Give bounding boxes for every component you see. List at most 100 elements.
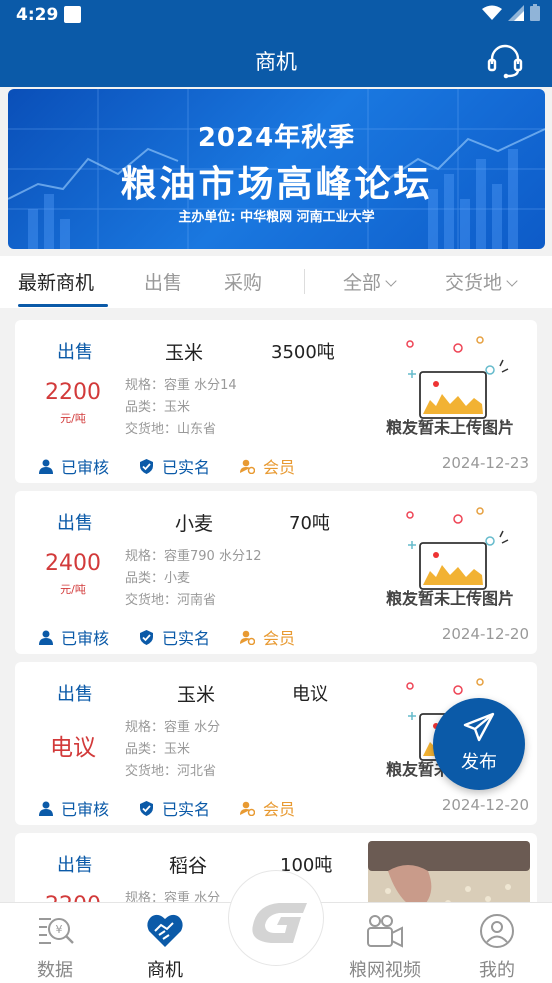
opportunity-card[interactable]: 出售 小麦 70吨 2400 元/吨 规格：容重790 水分12 品类：小麦 交…: [15, 491, 537, 654]
badge-member: 会员: [240, 625, 295, 649]
opportunity-card[interactable]: 出售 玉米 3500吨 2200 元/吨 规格：容重 水分14 品类：玉米 交货…: [15, 320, 537, 483]
badge-reviewed-label: 已审核: [61, 800, 110, 819]
publish-button[interactable]: 发布: [433, 698, 525, 790]
app-header: 4:29 商机: [0, 0, 552, 87]
nav-profile[interactable]: 我的: [442, 903, 552, 983]
card-price-unit: 元/吨: [60, 412, 86, 425]
card-spec: 规格：容重 水分: [125, 891, 221, 902]
card-type: 出售: [57, 684, 93, 705]
card-product: 玉米: [165, 342, 204, 364]
card-date: 2024-12-23: [441, 454, 529, 472]
badge-reviewed: 已审核: [39, 454, 109, 478]
member-icon: [240, 630, 256, 645]
opportunity-list[interactable]: 出售 玉米 3500吨 2200 元/吨 规格：容重 水分14 品类：玉米 交货…: [0, 308, 552, 902]
card-category: 品类：玉米: [125, 742, 191, 757]
tab-bar: 最新商机 出售 采购 全部 交货地: [0, 256, 552, 308]
tab-sell[interactable]: 出售: [144, 268, 182, 295]
video-icon: [367, 915, 403, 948]
card-category: 品类：玉米: [125, 400, 191, 415]
nav-business[interactable]: 商机: [110, 903, 220, 983]
notification-icon: [64, 6, 81, 23]
filter-all-dropdown[interactable]: 全部: [343, 268, 397, 295]
grain-photo: [368, 841, 530, 902]
card-location: 交货地：山东省: [125, 422, 217, 437]
badge-reviewed: 已审核: [39, 796, 109, 820]
card-badges: 已审核 已实名 会员: [39, 796, 325, 820]
card-spec: 规格：容重790 水分12: [125, 549, 262, 564]
tab-latest[interactable]: 最新商机: [18, 268, 94, 295]
no-image-text: 粮友暂未上传图片: [385, 589, 514, 608]
badge-member: 会员: [240, 796, 295, 820]
nav-video[interactable]: 粮网视频: [330, 903, 440, 983]
wifi-icon: [482, 5, 502, 20]
badge-reviewed-label: 已审核: [61, 458, 110, 477]
signal-icon: [508, 4, 524, 21]
badge-reviewed: 已审核: [39, 625, 109, 649]
user-icon: [39, 801, 53, 816]
badge-reviewed-label: 已审核: [61, 629, 110, 648]
nav-video-label: 粮网视频: [349, 960, 421, 981]
card-type: 出售: [57, 855, 93, 876]
shield-check-icon: [140, 800, 154, 816]
badge-member-label: 会员: [263, 629, 296, 648]
page-title: 商机: [255, 50, 297, 74]
member-icon: [240, 459, 256, 474]
card-quantity: 70吨: [289, 513, 330, 534]
card-quantity: 3500吨: [271, 342, 335, 363]
card-spec: 规格：容重 水分14: [125, 378, 237, 393]
card-spec: 规格：容重 水分: [125, 720, 221, 735]
shield-check-icon: [140, 458, 154, 474]
shield-check-icon: [140, 629, 154, 645]
badge-member-label: 会员: [263, 800, 296, 819]
card-badges: 已审核 已实名 会员: [39, 625, 325, 649]
app-logo-button[interactable]: [228, 870, 324, 966]
user-icon: [39, 459, 53, 474]
card-product: 玉米: [177, 684, 216, 706]
card-price: 电议: [50, 735, 96, 761]
banner-title-line1: 2024年秋季: [197, 123, 356, 153]
no-image-text: 粮友暂未上传图片: [385, 418, 514, 437]
filter-location-label: 交货地: [445, 272, 503, 294]
paper-plane-icon: [463, 712, 495, 742]
card-type: 出售: [57, 513, 93, 534]
nav-business-label: 商机: [147, 960, 183, 981]
chevron-down-icon: [385, 275, 397, 287]
battery-icon: [530, 4, 540, 21]
badge-verified-label: 已实名: [162, 629, 211, 648]
customer-service-icon[interactable]: [486, 42, 524, 80]
card-price: 2200: [43, 893, 103, 902]
card-product: 小麦: [175, 513, 214, 535]
member-icon: [240, 801, 256, 816]
banner-title-line2: 粮油市场高峰论坛: [120, 164, 433, 205]
tab-active-indicator: [18, 304, 108, 307]
filter-location-dropdown[interactable]: 交货地: [445, 268, 518, 295]
data-icon: ¥: [39, 918, 74, 944]
card-type: 出售: [57, 342, 93, 363]
badge-verified-label: 已实名: [162, 800, 211, 819]
app-logo-icon: [252, 903, 307, 943]
status-icons: [482, 4, 540, 21]
badge-verified-label: 已实名: [162, 458, 211, 477]
badge-member: 会员: [240, 454, 295, 478]
nav-data[interactable]: ¥ 数据: [0, 903, 110, 983]
svg-text:¥: ¥: [56, 923, 63, 936]
card-price: 2200: [45, 380, 101, 405]
badge-verified: 已实名: [139, 796, 210, 820]
nav-profile-label: 我的: [479, 960, 515, 981]
publish-label: 发布: [461, 752, 497, 773]
card-location: 交货地：河北省: [125, 764, 217, 779]
card-product: 稻谷: [169, 855, 208, 877]
handshake-icon: [147, 914, 183, 947]
status-time: 4:29: [16, 5, 59, 25]
card-category: 品类：小麦: [125, 571, 191, 586]
nav-data-label: 数据: [37, 960, 73, 981]
card-quantity: 电议: [292, 684, 328, 705]
card-date: 2024-12-20: [441, 796, 529, 814]
card-badges: 已审核 已实名 会员: [39, 454, 325, 478]
user-icon: [39, 630, 53, 645]
tab-buy[interactable]: 采购: [224, 268, 262, 295]
promo-banner[interactable]: 2024年秋季 粮油市场高峰论坛 主办单位: 中华粮网 河南工业大学: [8, 89, 545, 249]
badge-verified: 已实名: [139, 625, 210, 649]
card-price-unit: 元/吨: [60, 583, 86, 596]
card-date: 2024-12-20: [441, 625, 529, 643]
